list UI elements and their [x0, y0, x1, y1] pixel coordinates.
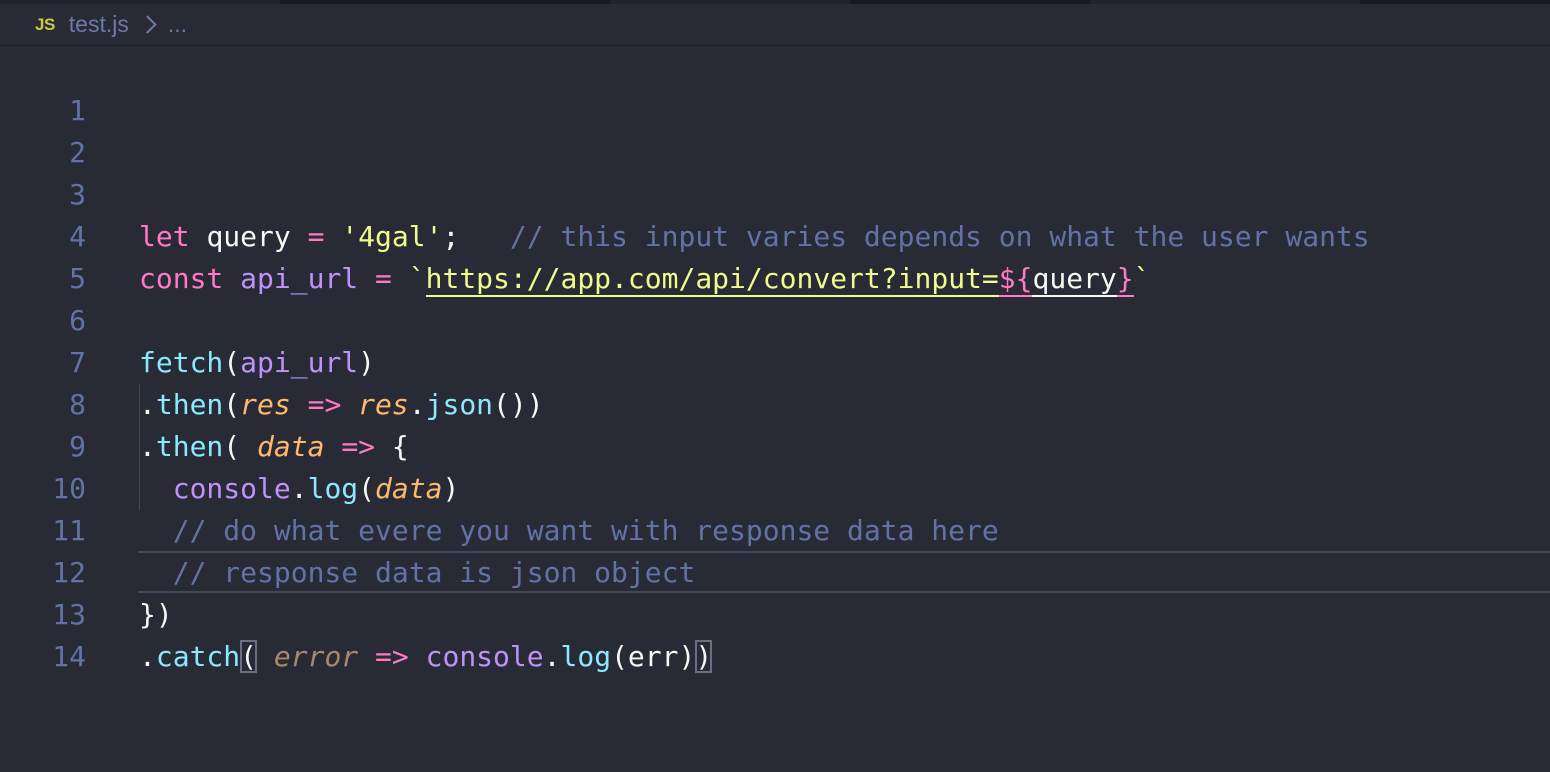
identifier: console — [425, 640, 544, 673]
call-arguments: (err) — [611, 640, 696, 673]
breadcrumb: JS test.js ... — [0, 4, 1550, 46]
method-call: catch — [155, 640, 241, 673]
chevron-right-icon — [138, 15, 157, 34]
code-line: 1 — [0, 48, 1550, 127]
code-editor[interactable]: JS test.js ... 1 2 3 let query = '4gal';… — [0, 0, 1550, 772]
code-line: 12 }) — [0, 510, 1550, 631]
code-line: 2 — [0, 90, 1550, 169]
code-line: 13 .catch( error => console.log(err)) — [0, 552, 1550, 673]
code-line: 4 const api_url = `https://app.com/api/c… — [0, 174, 1550, 297]
code-line: 3 let query = '4gal'; // this input vari… — [0, 132, 1550, 253]
punctuation: . — [139, 640, 156, 673]
breadcrumb-more[interactable]: ... — [168, 11, 187, 38]
code-line: 7 .then(res => res.json()) — [0, 300, 1550, 421]
code-line: 14 — [0, 594, 1550, 673]
arrow-operator: => — [375, 640, 409, 673]
code-line: 5 — [0, 216, 1550, 295]
parameter: error — [273, 640, 359, 673]
breadcrumb-file-name[interactable]: test.js — [69, 11, 129, 38]
code-text: .catch( error => console.log(err)) — [139, 636, 713, 678]
code-line: 10 // do what evere you want with respon… — [0, 426, 1550, 547]
code-line: 6 fetch(api_url) — [0, 258, 1550, 379]
code-area[interactable]: 1 2 3 let query = '4gal'; // this input … — [0, 48, 1550, 772]
code-line: 11 // response data is json object — [0, 468, 1550, 589]
code-line: 8 .then( data => { — [0, 342, 1550, 463]
method-call: log — [560, 640, 612, 673]
matching-bracket: ) — [695, 640, 713, 673]
code-line: 9 console.log(data) — [0, 384, 1550, 505]
line-number: 14 — [52, 640, 86, 673]
matching-bracket: ( — [240, 640, 258, 673]
javascript-file-icon: JS — [35, 14, 55, 34]
punctuation: . — [543, 640, 561, 673]
